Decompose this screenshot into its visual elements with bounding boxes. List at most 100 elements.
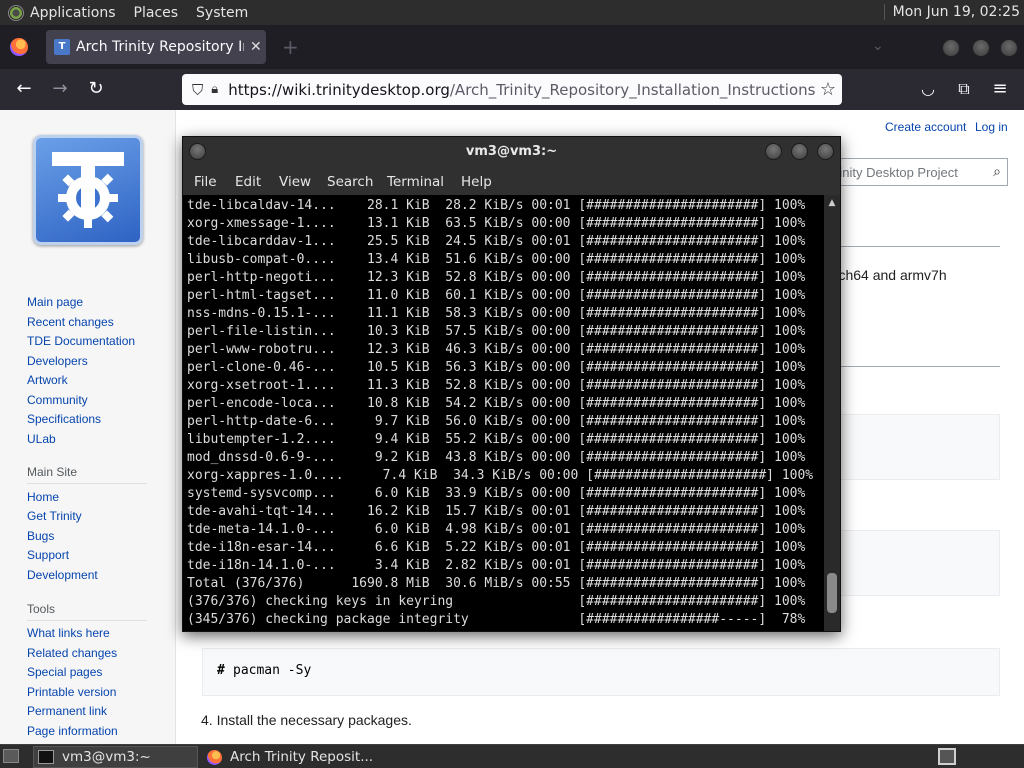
hamburger-menu-icon[interactable]: ≡ xyxy=(989,78,1011,100)
terminal-line: perl-http-negoti... 12.3 KiB 52.8 KiB/s … xyxy=(187,270,806,285)
sidebar-link-printable-version[interactable]: Printable version xyxy=(27,685,116,699)
window-menu-button[interactable] xyxy=(189,143,206,160)
reload-icon[interactable]: ↻ xyxy=(85,78,107,100)
divider xyxy=(27,483,147,484)
chevron-down-icon[interactable]: ⌄ xyxy=(872,38,884,54)
scroll-up-arrow-icon[interactable]: ▲ xyxy=(826,197,838,209)
code-prompt: # xyxy=(217,663,225,678)
bookmark-star-icon[interactable]: ☆ xyxy=(820,79,836,100)
menu-places[interactable]: Places xyxy=(134,5,179,21)
minimize-button[interactable] xyxy=(942,39,960,57)
terminal-line: tde-i18n-esar-14... 6.6 KiB 5.22 KiB/s 0… xyxy=(187,540,806,555)
wiki-sidebar: Main page Recent changes TDE Documentati… xyxy=(0,110,176,744)
url-bar[interactable]: ⛉ 🔒︎ https://wiki.trinitydesktop.org/Arc… xyxy=(182,74,842,105)
terminal-line: tde-i18n-14.1.0-... 3.4 KiB 2.82 KiB/s 0… xyxy=(187,558,806,573)
close-window-button[interactable] xyxy=(1000,39,1018,57)
terminal-titlebar[interactable]: vm3@vm3:~ xyxy=(183,137,840,169)
sidebar-link-what-links-here[interactable]: What links here xyxy=(27,626,110,640)
sidebar-link-ulab[interactable]: ULab xyxy=(27,432,56,446)
terminal-window[interactable]: vm3@vm3:~ File Edit View Search Terminal… xyxy=(182,136,841,632)
terminal-menubar: File Edit View Search Terminal Help xyxy=(183,169,840,195)
show-desktop-icon[interactable] xyxy=(3,749,19,763)
terminal-line: perl-http-date-6... 9.7 KiB 56.0 KiB/s 0… xyxy=(187,414,806,429)
new-tab-icon[interactable]: + xyxy=(282,35,299,59)
maximize-button[interactable] xyxy=(791,143,808,160)
trinity-logo[interactable] xyxy=(33,135,143,245)
menu-system[interactable]: System xyxy=(196,5,248,21)
browser-tab[interactable]: T Arch Trinity Repository Insta ✕ xyxy=(46,30,266,64)
sidebar-link-tde-documentation[interactable]: TDE Documentation xyxy=(27,334,135,348)
back-arrow-icon[interactable]: ← xyxy=(13,78,35,100)
url-path: /Arch_Trinity_Repository_Installation_In… xyxy=(449,80,816,99)
browser-nav-bar: ← → ↻ ⛉ 🔒︎ https://wiki.trinitydesktop.o… xyxy=(0,69,1024,110)
menu-view[interactable]: View xyxy=(279,174,311,190)
close-icon[interactable]: ✕ xyxy=(250,39,262,55)
firefox-icon[interactable] xyxy=(10,38,28,56)
search-icon[interactable]: ⌕ xyxy=(993,163,1001,180)
sidebar-link-home[interactable]: Home xyxy=(27,490,59,504)
sidebar-link-support[interactable]: Support xyxy=(27,548,69,562)
maximize-button[interactable] xyxy=(972,39,990,57)
terminal-line: (376/376) checking keys in keyring [####… xyxy=(187,594,806,609)
sidebar-link-special-pages[interactable]: Special pages xyxy=(27,665,102,679)
log-in-link[interactable]: Log in xyxy=(975,120,1008,134)
url-host: https://wiki.trinitydesktop.org xyxy=(228,80,450,99)
sidebar-link-permanent-link[interactable]: Permanent link xyxy=(27,704,107,718)
forward-arrow-icon[interactable]: → xyxy=(49,78,71,100)
workspace-switcher[interactable] xyxy=(938,748,956,765)
sidebar-link-community[interactable]: Community xyxy=(27,393,88,407)
sidebar-link-recent-changes[interactable]: Recent changes xyxy=(27,315,114,329)
sidebar-link-page-information[interactable]: Page information xyxy=(27,724,118,738)
sidebar-link-development[interactable]: Development xyxy=(27,568,98,582)
scrollbar-thumb[interactable] xyxy=(827,573,837,613)
terminal-line: (345/376) checking package integrity [##… xyxy=(187,612,806,627)
extensions-icon[interactable]: ⧉ xyxy=(953,78,975,100)
terminal-scrollbar[interactable]: ▲ xyxy=(824,195,840,631)
terminal-line: systemd-sysvcomp... 6.0 KiB 33.9 KiB/s 0… xyxy=(187,486,806,501)
distro-logo-icon[interactable] xyxy=(8,4,24,21)
terminal-line: tde-libcaldav-14... 28.1 KiB 28.2 KiB/s … xyxy=(187,198,806,213)
menu-applications[interactable]: Applications xyxy=(30,5,116,21)
sidebar-link-specifications[interactable]: Specifications xyxy=(27,412,101,426)
sidebar-link-artwork[interactable]: Artwork xyxy=(27,373,68,387)
divider xyxy=(27,620,147,621)
taskbar-item-label: vm3@vm3:~ xyxy=(62,749,151,765)
terminal-lines: tde-libcaldav-14... 28.1 KiB 28.2 KiB/s … xyxy=(183,195,824,629)
step-heading: 4. Install the necessary packages. xyxy=(201,712,412,728)
terminal-line: tde-meta-14.1.0-... 6.0 KiB 4.98 KiB/s 0… xyxy=(187,522,806,537)
sidebar-link-bugs[interactable]: Bugs xyxy=(27,529,54,543)
menu-help[interactable]: Help xyxy=(461,174,492,190)
wiki-search-input[interactable]: h Trinity Desktop Project ⌕ xyxy=(816,158,1008,186)
terminal-line: xorg-xsetroot-1.... 11.3 KiB 52.8 KiB/s … xyxy=(187,378,806,393)
terminal-line: perl-file-listin... 10.3 KiB 57.5 KiB/s … xyxy=(187,324,806,339)
sidebar-heading-tools: Tools xyxy=(27,602,56,616)
sidebar-link-main-page[interactable]: Main page xyxy=(27,295,83,309)
lock-icon[interactable]: 🔒︎ xyxy=(211,82,218,97)
sidebar-link-get-trinity[interactable]: Get Trinity xyxy=(27,509,82,523)
sidebar-link-related-changes[interactable]: Related changes xyxy=(27,646,117,660)
code-block-pacman-sy: # pacman -Sy xyxy=(202,648,1000,696)
sidebar-heading-main-site: Main Site xyxy=(27,465,78,479)
minimize-button[interactable] xyxy=(765,143,782,160)
terminal-line: libutempter-1.2.... 9.4 KiB 55.2 KiB/s 0… xyxy=(187,432,806,447)
firefox-icon xyxy=(207,749,222,765)
terminal-line: perl-encode-loca... 10.8 KiB 54.2 KiB/s … xyxy=(187,396,806,411)
pocket-icon[interactable]: ◡ xyxy=(917,78,939,100)
terminal-output[interactable]: tde-libcaldav-14... 28.1 KiB 28.2 KiB/s … xyxy=(183,195,824,631)
sidebar-link-developers[interactable]: Developers xyxy=(27,354,88,368)
terminal-icon xyxy=(38,750,54,764)
menu-edit[interactable]: Edit xyxy=(235,174,261,190)
create-account-link[interactable]: Create account xyxy=(885,120,966,134)
clock[interactable]: Mon Jun 19, 02:25 xyxy=(883,4,1020,20)
menu-terminal[interactable]: Terminal xyxy=(387,174,444,190)
taskbar-item-firefox[interactable]: Arch Trinity Reposit... xyxy=(203,746,423,768)
menu-file[interactable]: File xyxy=(194,174,217,190)
menu-search[interactable]: Search xyxy=(327,174,373,190)
terminal-line: perl-clone-0.46-... 10.5 KiB 56.3 KiB/s … xyxy=(187,360,806,375)
shield-icon[interactable]: ⛉ xyxy=(192,81,203,99)
tab-title: Arch Trinity Repository Insta xyxy=(76,39,244,55)
taskbar-item-label: Arch Trinity Reposit... xyxy=(230,749,374,765)
taskbar-item-terminal[interactable]: vm3@vm3:~ xyxy=(33,746,198,768)
close-window-button[interactable] xyxy=(817,143,834,160)
terminal-line: libusb-compat-0.... 13.4 KiB 51.6 KiB/s … xyxy=(187,252,806,267)
